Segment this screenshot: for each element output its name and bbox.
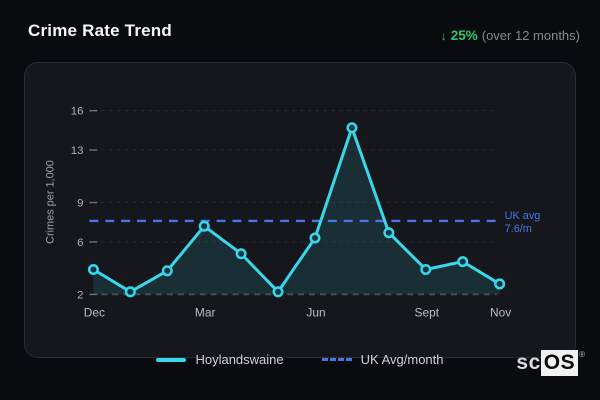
crime-trend-chart-card: 2 6 9 13 16 Crimes per 1,000 UK avg 7.6/m Dec Mar…	[24, 62, 576, 358]
data-point[interactable]	[420, 263, 432, 276]
legend-label: UK Avg/month	[360, 352, 444, 367]
y-axis-label: Crimes per 1,000	[45, 160, 57, 244]
legend-item-hoylandswaine[interactable]: Hoylandswaine	[156, 352, 284, 367]
solid-line-swatch-icon	[156, 357, 187, 362]
y-tick-label: 2	[77, 289, 83, 301]
data-point[interactable]	[494, 278, 506, 290]
uk-avg-label-line1: UK avg	[505, 210, 541, 222]
data-point[interactable]	[235, 248, 247, 260]
scos-logo-prefix: sc	[516, 351, 541, 374]
crime-trend-chart[interactable]: 2 6 9 13 16 Crimes per 1,000 UK avg7.6/m Dec Mar…	[25, 63, 575, 357]
chart-legend: Hoylandswaine UK Avg/month	[0, 352, 600, 367]
x-tick-label: Nov	[490, 305, 511, 319]
trend-down-arrow-icon: ↓	[440, 29, 447, 43]
data-point[interactable]	[124, 286, 136, 298]
y-tick-label: 6	[77, 237, 83, 249]
x-tick-label: Mar	[195, 305, 216, 319]
legend-label: Hoylandswaine	[195, 352, 284, 367]
x-tick-label: Sept	[415, 305, 440, 319]
y-tick-label: 16	[71, 106, 84, 118]
page-title: Crime Rate Trend	[28, 21, 172, 40]
data-point[interactable]	[161, 265, 173, 277]
data-point[interactable]	[272, 286, 284, 298]
data-point[interactable]	[198, 220, 210, 232]
trend-percent: 25%	[450, 28, 478, 43]
dashed-line-swatch-icon	[321, 358, 352, 361]
x-tick-label: Dec	[84, 305, 105, 319]
data-point[interactable]	[457, 256, 469, 268]
data-point[interactable]	[346, 122, 358, 134]
scos-logo-block: OS	[540, 350, 579, 376]
data-point[interactable]	[87, 263, 99, 276]
y-tick-label: 9	[77, 198, 83, 210]
trend-caption: (over 12 months)	[481, 28, 580, 43]
series-line	[91, 126, 502, 294]
legend-item-uk-avg[interactable]: UK Avg/month	[321, 352, 444, 367]
data-point[interactable]	[309, 232, 321, 244]
y-tick-label: 13	[71, 145, 84, 157]
x-tick-label: Jun	[306, 305, 325, 319]
series-area-fill	[93, 127, 500, 295]
registered-mark-icon: ®	[579, 349, 585, 359]
scos-logo: sc OS ®	[516, 349, 585, 376]
trend-badge: ↓ 25% (over 12 months)	[441, 28, 580, 43]
data-point[interactable]	[383, 227, 395, 239]
uk-avg-label-line2: 7.6/m	[505, 223, 532, 235]
